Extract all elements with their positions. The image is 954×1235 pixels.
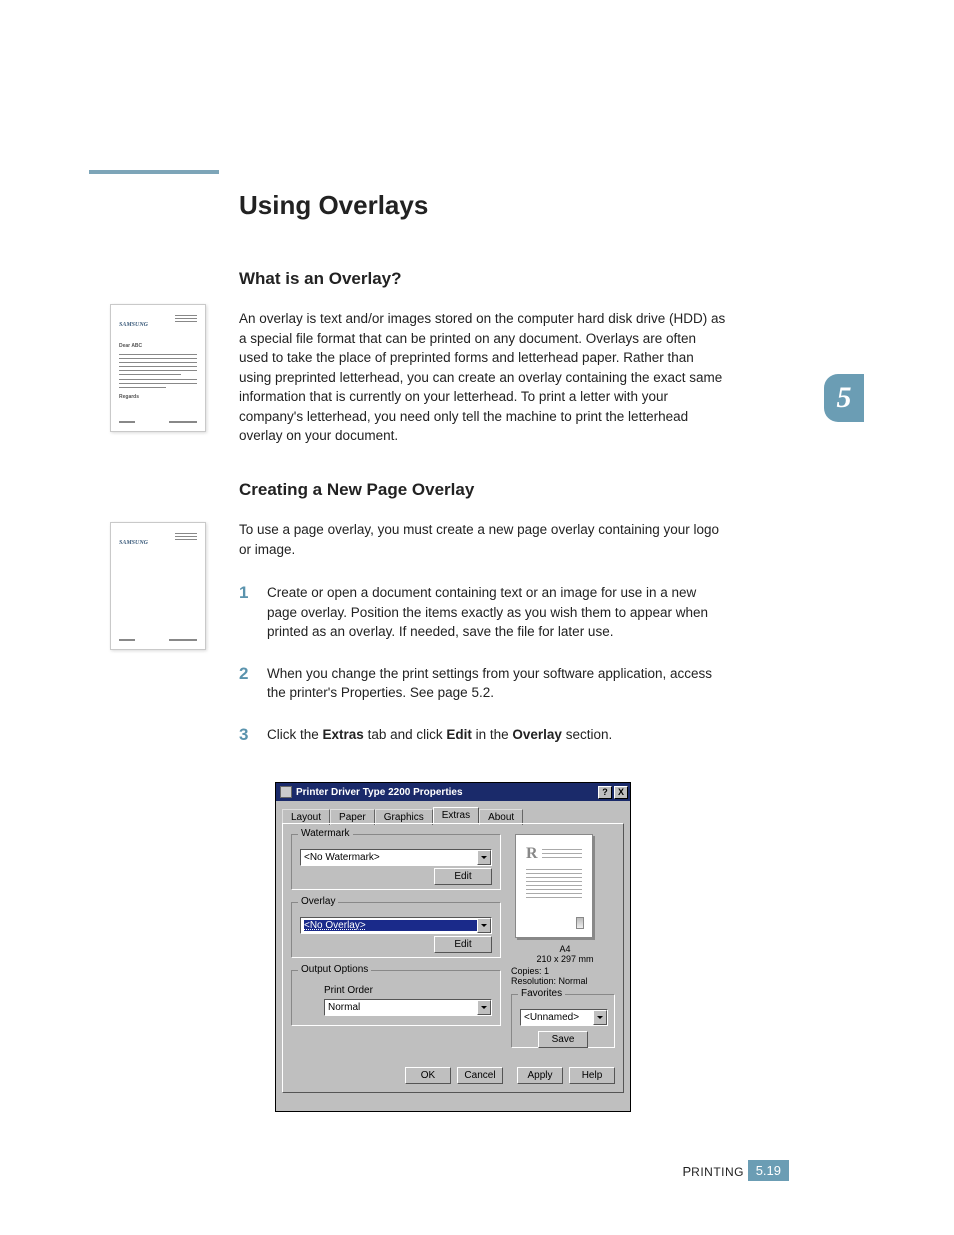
tab-extras[interactable]: Extras xyxy=(433,807,479,823)
brand-logo-text: SAMSUNG xyxy=(119,540,148,546)
illus-closing: Regards xyxy=(119,394,197,400)
footer-section-rest: RINTING xyxy=(691,1165,744,1179)
footer-line-right-icon xyxy=(169,421,197,423)
step3-mid1: tab and click xyxy=(364,727,447,742)
dialog-tabbar: Layout Paper Graphics Extras About xyxy=(282,807,624,823)
favorites-group-label: Favorites xyxy=(518,988,565,999)
dialog-button-row-left: OK Cancel xyxy=(405,1067,503,1084)
close-window-button[interactable]: X xyxy=(614,786,628,799)
dropdown-arrow-icon[interactable] xyxy=(593,1010,607,1025)
favorites-combo-value: <Unnamed> xyxy=(524,1012,593,1023)
preview-lines-icon xyxy=(526,869,582,898)
extras-tab-panel: Watermark <No Watermark> Edit Overlay <N… xyxy=(282,823,624,1093)
letterhead-sample-full: SAMSUNG Dear ABC Regards xyxy=(110,304,206,432)
preview-paper-dim: 210 x 297 mm xyxy=(515,954,615,965)
preview-lines-icon xyxy=(542,849,582,863)
step-text: Create or open a document containing tex… xyxy=(267,585,708,639)
preview-thumbnail-icon xyxy=(576,917,584,929)
footer-line-left-icon xyxy=(119,639,135,641)
step-number: 3 xyxy=(239,723,248,748)
output-options-group-label: Output Options xyxy=(298,964,371,975)
dialog-button-row-right: Apply Help xyxy=(517,1067,615,1084)
favorites-combo[interactable]: <Unnamed> xyxy=(520,1009,608,1026)
footer-line-right-icon xyxy=(169,639,197,641)
ok-button[interactable]: OK xyxy=(405,1067,451,1084)
footer-section-first: P xyxy=(682,1164,691,1179)
section-heading-creating: Creating a New Page Overlay xyxy=(239,480,729,500)
step-number: 2 xyxy=(239,662,248,687)
footer-line-left-icon xyxy=(119,421,135,423)
overlay-combo[interactable]: <No Overlay> xyxy=(300,917,492,934)
page-title: Using Overlays xyxy=(239,190,729,221)
print-order-combo-value: Normal xyxy=(328,1002,477,1013)
create-intro-paragraph: To use a page overlay, you must create a… xyxy=(239,520,729,559)
watermark-combo[interactable]: <No Watermark> xyxy=(300,849,492,866)
step3-prefix: Click the xyxy=(267,727,323,742)
watermark-combo-value: <No Watermark> xyxy=(304,852,477,863)
page-preview: R xyxy=(515,834,593,938)
illus-salutation: Dear ABC xyxy=(119,343,197,349)
overlay-group-label: Overlay xyxy=(298,896,338,907)
dialog-titlebar: Printer Driver Type 2200 Properties ? X xyxy=(276,783,630,801)
watermark-group: Watermark <No Watermark> Edit xyxy=(291,834,501,890)
printer-icon xyxy=(280,786,292,798)
footer-page-number: 5.19 xyxy=(748,1160,789,1181)
step-1: 1 Create or open a document containing t… xyxy=(239,583,729,642)
preview-resolution: Resolution: Normal xyxy=(511,976,588,987)
output-options-group: Output Options Print Order Normal xyxy=(291,970,501,1026)
dialog-title: Printer Driver Type 2200 Properties xyxy=(296,787,596,798)
overlay-definition-paragraph: An overlay is text and/or images stored … xyxy=(239,309,729,446)
help-window-button[interactable]: ? xyxy=(598,786,612,799)
chapter-tab: 5 xyxy=(824,374,864,422)
favorites-group: Favorites <Unnamed> Save xyxy=(511,994,615,1048)
watermark-group-label: Watermark xyxy=(298,828,353,839)
step3-overlay: Overlay xyxy=(512,727,562,742)
main-content: Using Overlays What is an Overlay? An ov… xyxy=(239,190,729,766)
print-order-combo[interactable]: Normal xyxy=(324,999,492,1016)
address-lines-icon xyxy=(175,533,197,542)
letterhead-sample-blank: SAMSUNG xyxy=(110,522,206,650)
body-lines-icon xyxy=(119,354,197,388)
header-rule xyxy=(89,170,219,174)
brand-logo-text: SAMSUNG xyxy=(119,322,148,328)
step-text: Click the Extras tab and click Edit in t… xyxy=(267,727,612,742)
step-text: When you change the print settings from … xyxy=(267,666,712,701)
address-lines-icon xyxy=(175,315,197,324)
cancel-button[interactable]: Cancel xyxy=(457,1067,503,1084)
overlay-group: Overlay <No Overlay> Edit xyxy=(291,902,501,958)
preview-letter-r: R xyxy=(526,845,538,863)
step-number: 1 xyxy=(239,581,248,606)
help-button[interactable]: Help xyxy=(569,1067,615,1084)
step3-edit: Edit xyxy=(446,727,472,742)
dropdown-arrow-icon[interactable] xyxy=(477,850,491,865)
step3-suffix: section. xyxy=(562,727,612,742)
steps-list: 1 Create or open a document containing t… xyxy=(239,583,729,744)
apply-button[interactable]: Apply xyxy=(517,1067,563,1084)
step-3: 3 Click the Extras tab and click Edit in… xyxy=(239,725,729,745)
step3-extras: Extras xyxy=(323,727,364,742)
watermark-edit-button[interactable]: Edit xyxy=(434,868,492,885)
overlay-edit-button[interactable]: Edit xyxy=(434,936,492,953)
dropdown-arrow-icon[interactable] xyxy=(477,918,491,933)
step-2: 2 When you change the print settings fro… xyxy=(239,664,729,703)
footer-section-label: PRINTING xyxy=(682,1164,744,1179)
section-heading-what-is: What is an Overlay? xyxy=(239,269,729,289)
step3-mid2: in the xyxy=(472,727,513,742)
print-order-label: Print Order xyxy=(324,985,492,996)
printer-properties-dialog: Printer Driver Type 2200 Properties ? X … xyxy=(275,782,631,1112)
overlay-combo-value: <No Overlay> xyxy=(304,920,477,931)
favorites-save-button[interactable]: Save xyxy=(538,1031,588,1048)
dropdown-arrow-icon[interactable] xyxy=(477,1000,491,1015)
